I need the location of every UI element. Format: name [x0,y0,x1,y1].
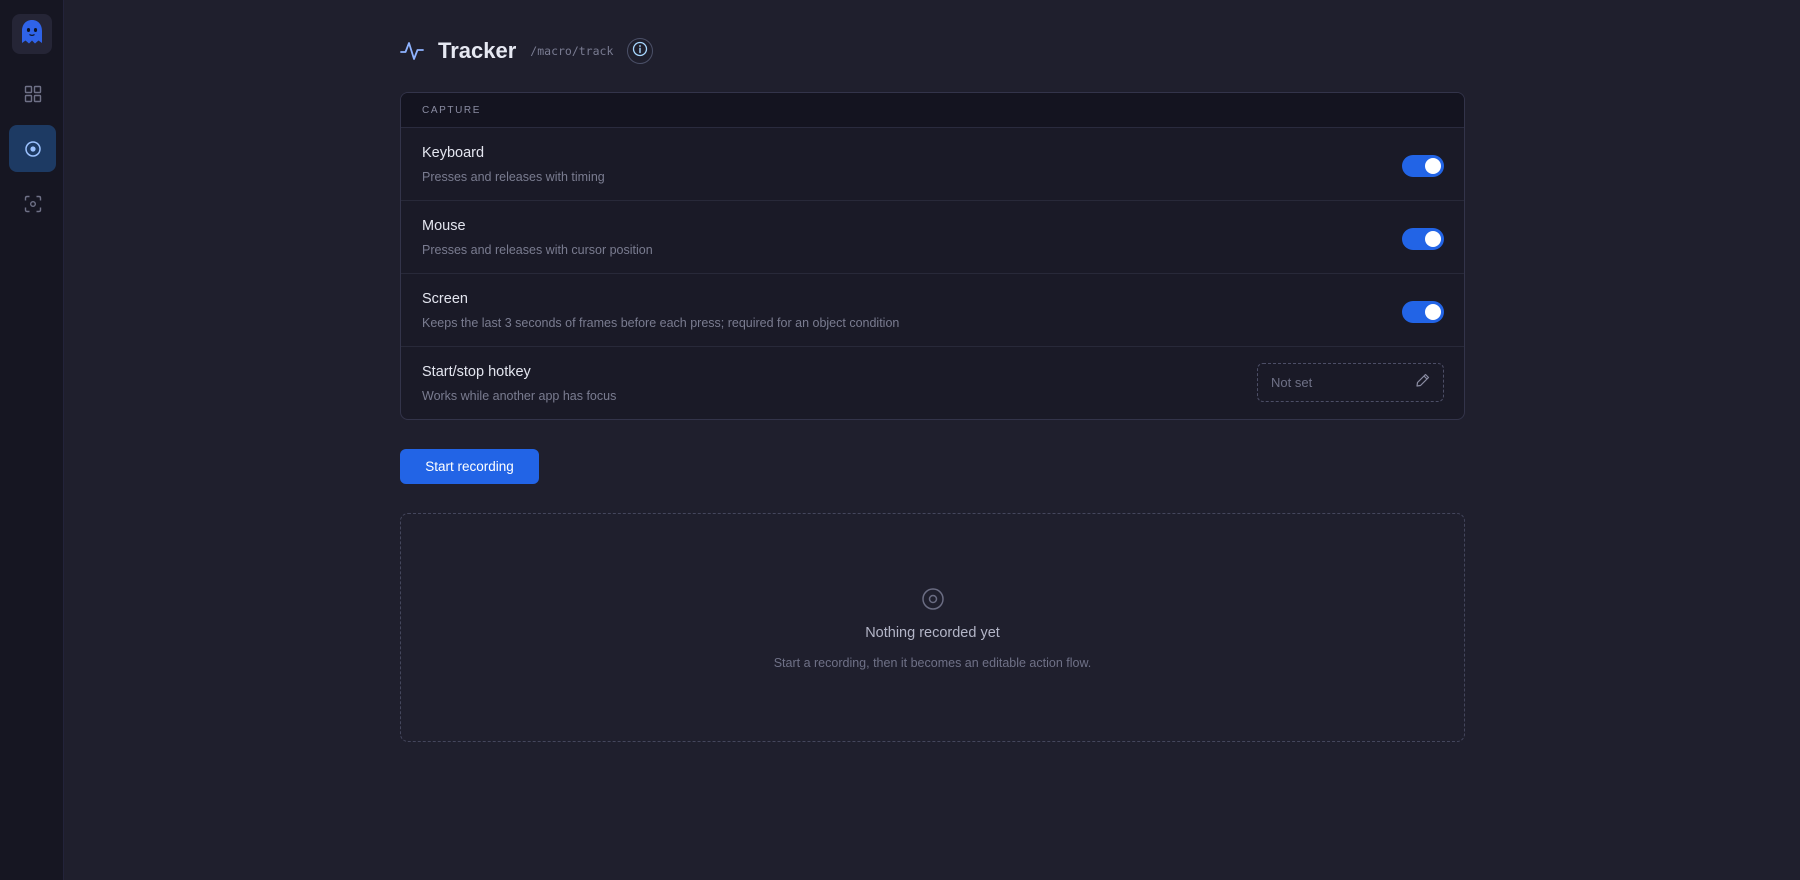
toggle-knob [1425,158,1441,174]
row-description: Keeps the last 3 seconds of frames befor… [422,316,900,330]
capture-row-mouse: Mouse Presses and releases with cursor p… [401,201,1464,274]
row-title: Screen [422,291,468,307]
ghost-icon [19,18,45,51]
record-icon [24,140,42,158]
row-description: Works while another app has focus [422,389,617,403]
row-title: Mouse [422,218,466,234]
pulse-icon [400,40,424,62]
sidebar-item-tracker[interactable] [9,125,56,172]
app-window: Tracker /macro/track CAPTURE Keyboard Pr… [0,0,1800,880]
app-logo[interactable] [12,14,52,54]
capture-row-keyboard: Keyboard Presses and releases with timin… [401,128,1464,201]
pencil-icon[interactable] [1415,372,1431,393]
empty-state-title: Nothing recorded yet [865,625,1000,641]
record-icon [921,587,945,616]
capture-heading: CAPTURE [401,93,1464,128]
grid-icon [24,85,42,103]
page-header: Tracker /macro/track [400,34,654,68]
row-title: Keyboard [422,145,485,161]
hotkey-field[interactable]: Not set [1257,363,1444,402]
route-path: /macro/track [530,44,614,58]
mouse-toggle[interactable] [1402,228,1444,250]
keyboard-toggle[interactable] [1402,155,1444,177]
capture-row-screen: Screen Keeps the last 3 seconds of frame… [401,274,1464,347]
start-recording-button[interactable]: Start recording [400,449,539,484]
scan-icon [24,195,42,213]
screen-toggle[interactable] [1402,301,1444,323]
info-button[interactable] [627,38,654,64]
row-title: Start/stop hotkey [422,364,531,380]
empty-state-subtitle: Start a recording, then it becomes an ed… [773,656,1092,670]
toggle-knob [1425,304,1441,320]
toggle-knob [1425,231,1441,247]
capture-card: CAPTURE Keyboard Presses and releases wi… [400,92,1465,420]
page-title: Tracker [438,38,517,63]
empty-state: Nothing recorded yet Start a recording, … [400,513,1465,742]
row-description: Presses and releases with cursor positio… [422,243,653,257]
hotkey-value: Not set [1271,375,1313,390]
sidebar [0,0,64,880]
sidebar-item-capture[interactable] [9,180,56,227]
capture-row-hotkey: Start/stop hotkey Works while another ap… [401,347,1464,419]
info-icon [632,41,648,62]
sidebar-item-dashboard[interactable] [9,70,56,117]
row-description: Presses and releases with timing [422,170,605,184]
